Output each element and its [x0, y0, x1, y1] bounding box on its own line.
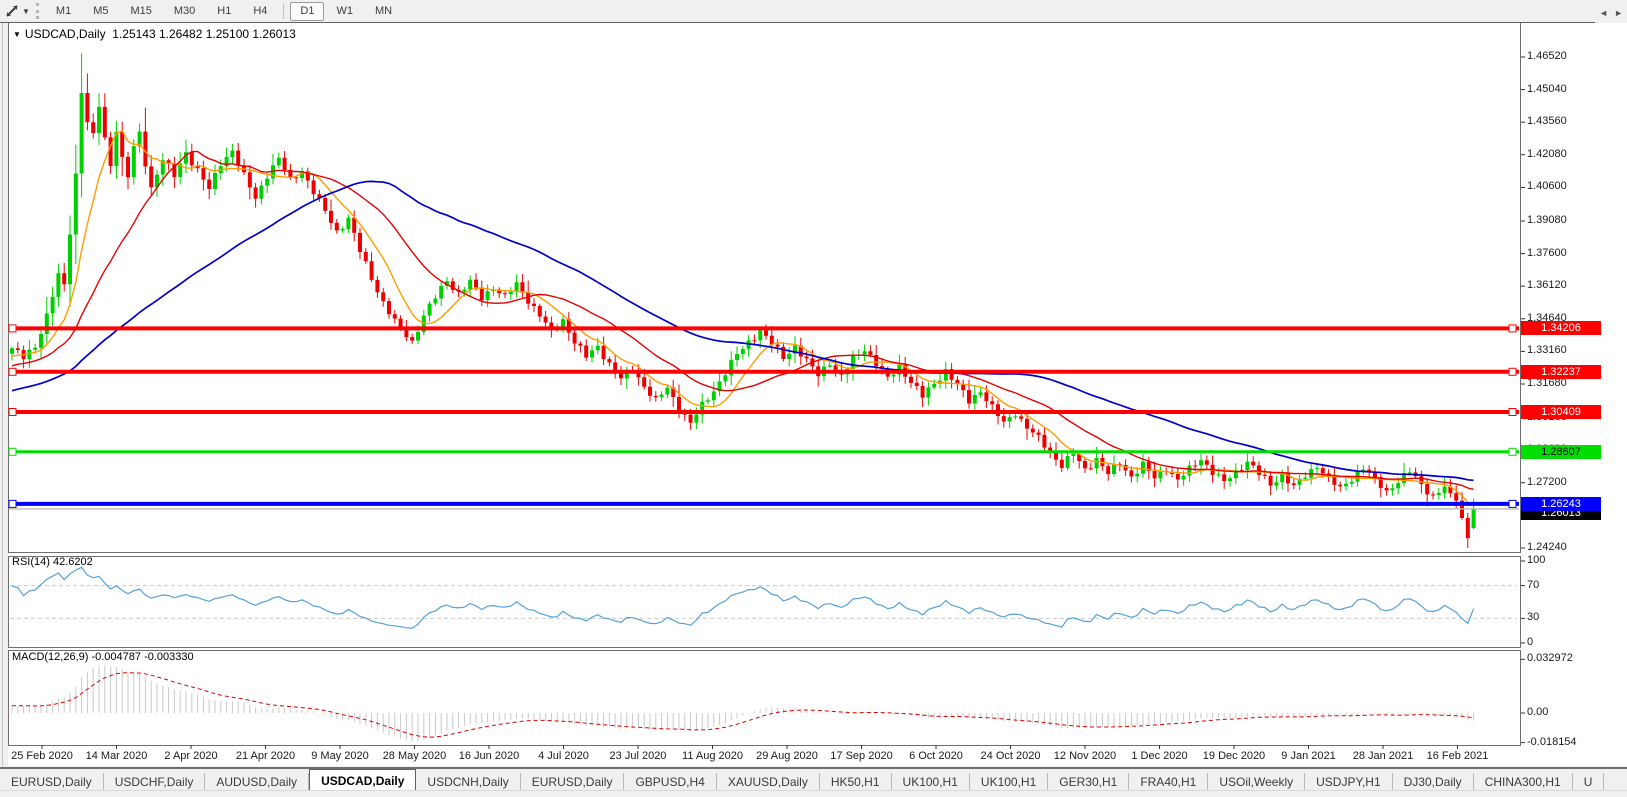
- price-tick: 1.40600: [1527, 180, 1567, 192]
- price-tick: 1.27200: [1527, 476, 1567, 488]
- tool-dropdown-caret-icon[interactable]: ▼: [22, 7, 30, 16]
- price-tick: 1.33160: [1527, 344, 1567, 356]
- price-tick: 1.42080: [1527, 148, 1567, 160]
- tab-scroll-arrows: ◄ ►: [1595, 2, 1627, 23]
- timeframe-button-h4[interactable]: H4: [243, 2, 277, 21]
- level-price-tag: 1.30409: [1521, 405, 1601, 419]
- chart-area: [8, 23, 1627, 766]
- price-tick: 1.45040: [1527, 83, 1567, 95]
- price-tick: 1.46520: [1527, 50, 1567, 62]
- level-price-tag: 1.26243: [1521, 497, 1601, 511]
- rsi-tick: 70: [1527, 579, 1539, 591]
- toolbar-grip: [36, 3, 39, 19]
- trend-tool-icon[interactable]: [3, 2, 21, 20]
- price-tick: 1.37600: [1527, 247, 1567, 259]
- macd-tick: 0.00: [1527, 706, 1548, 718]
- rsi-label: RSI(14) 42.6202: [12, 556, 93, 568]
- tab-usdcad-daily[interactable]: USDCAD,Daily: [309, 769, 416, 792]
- timeframe-button-m30[interactable]: M30: [164, 2, 205, 21]
- rsi-tick: 100: [1527, 554, 1545, 566]
- timeframe-button-mn[interactable]: MN: [365, 2, 402, 21]
- timeframe-buttons: M1M5M15M30H1H4 D1W1MN: [45, 2, 403, 21]
- timeframe-button-m15[interactable]: M15: [120, 2, 161, 21]
- price-tick: 1.36120: [1527, 279, 1567, 291]
- tab-scroll-left-icon[interactable]: ◄: [1599, 8, 1608, 18]
- date-label: 16 Feb 2021: [1413, 750, 1503, 762]
- timeframe-button-w1[interactable]: W1: [326, 2, 363, 21]
- timeframe-toolbar: ▼ M1M5M15M30H1H4 D1W1MN: [0, 0, 1627, 22]
- macd-label: MACD(12,26,9) -0.004787 -0.003330: [12, 651, 194, 663]
- chart-tabbar: EURUSD,DailyUSDCHF,DailyAUDUSD,DailyUSDC…: [0, 767, 1627, 792]
- timeframe-button-m5[interactable]: M5: [83, 2, 118, 21]
- timeframe-button-d1[interactable]: D1: [290, 2, 324, 21]
- chart-title: ▼ USDCAD,Daily 1.25143 1.26482 1.25100 1.…: [13, 27, 296, 41]
- tab-scroll-right-icon[interactable]: ►: [1614, 8, 1623, 18]
- symbol-dropdown-icon[interactable]: ▼: [13, 30, 21, 39]
- level-price-tag: 1.34206: [1521, 321, 1601, 335]
- macd-tick: -0.018154: [1527, 736, 1577, 748]
- chart-symbol-label: USDCAD,Daily: [25, 27, 106, 41]
- trading-app-window: ▼ M1M5M15M30H1H4 D1W1MN ▼ USDCAD,Daily 1.2…: [0, 0, 1627, 797]
- price-tick: 1.24240: [1527, 541, 1567, 553]
- timeframe-button-m1[interactable]: M1: [46, 2, 81, 21]
- level-price-tag: 1.28607: [1521, 445, 1601, 459]
- window-edge: [2, 22, 3, 766]
- rsi-tick: 0: [1527, 636, 1533, 648]
- price-tick: 1.39080: [1527, 214, 1567, 226]
- tab-list: EURUSD,DailyUSDCHF,DailyAUDUSD,DailyUSDC…: [0, 769, 1604, 792]
- rsi-tick: 30: [1527, 611, 1539, 623]
- level-price-tag: 1.32237: [1521, 365, 1601, 379]
- toolbar-separator: [283, 3, 284, 19]
- price-tick: 1.43560: [1527, 115, 1567, 127]
- macd-tick: 0.032972: [1527, 652, 1573, 664]
- timeframe-button-h1[interactable]: H1: [207, 2, 241, 21]
- chart-ohlc-values: 1.25143 1.26482 1.25100 1.26013: [112, 27, 296, 41]
- bottom-strip: [0, 790, 1627, 797]
- price-tick: 1.31680: [1527, 377, 1567, 389]
